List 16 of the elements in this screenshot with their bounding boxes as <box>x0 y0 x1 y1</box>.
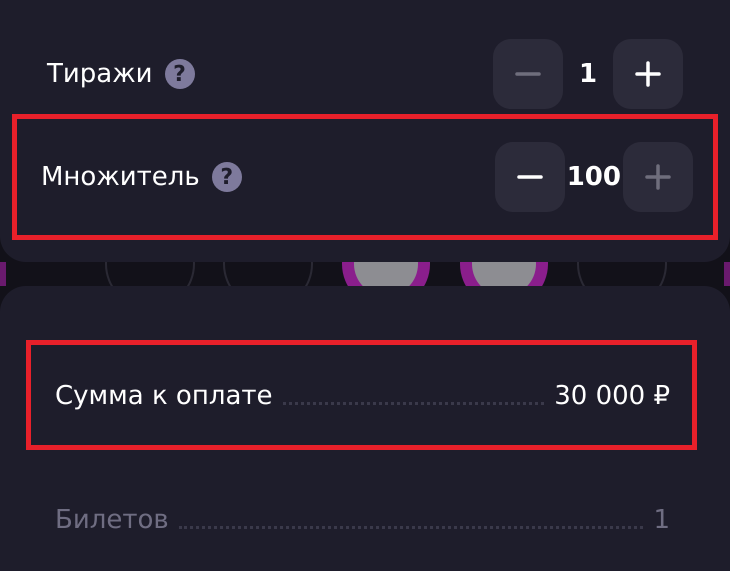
plus-icon <box>635 61 661 87</box>
help-icon[interactable]: ? <box>164 59 195 89</box>
setting-label: Тиражи <box>47 59 153 89</box>
setting-label: Множитель <box>41 162 200 192</box>
minus-button[interactable] <box>494 142 565 212</box>
plus-button[interactable] <box>613 39 683 109</box>
summary-value: 1 <box>653 505 670 535</box>
plus-icon <box>645 164 671 190</box>
summary-label: Сумма к оплате <box>55 381 273 411</box>
minus-icon <box>515 72 541 76</box>
minus-icon <box>516 175 543 179</box>
help-icon[interactable]: ? <box>212 162 242 192</box>
stepper-value: 1 <box>578 59 598 89</box>
summary-value: 30 000 ₽ <box>554 381 670 411</box>
summary-label: Билетов <box>55 505 169 535</box>
stepper-value: 100 <box>566 162 622 192</box>
